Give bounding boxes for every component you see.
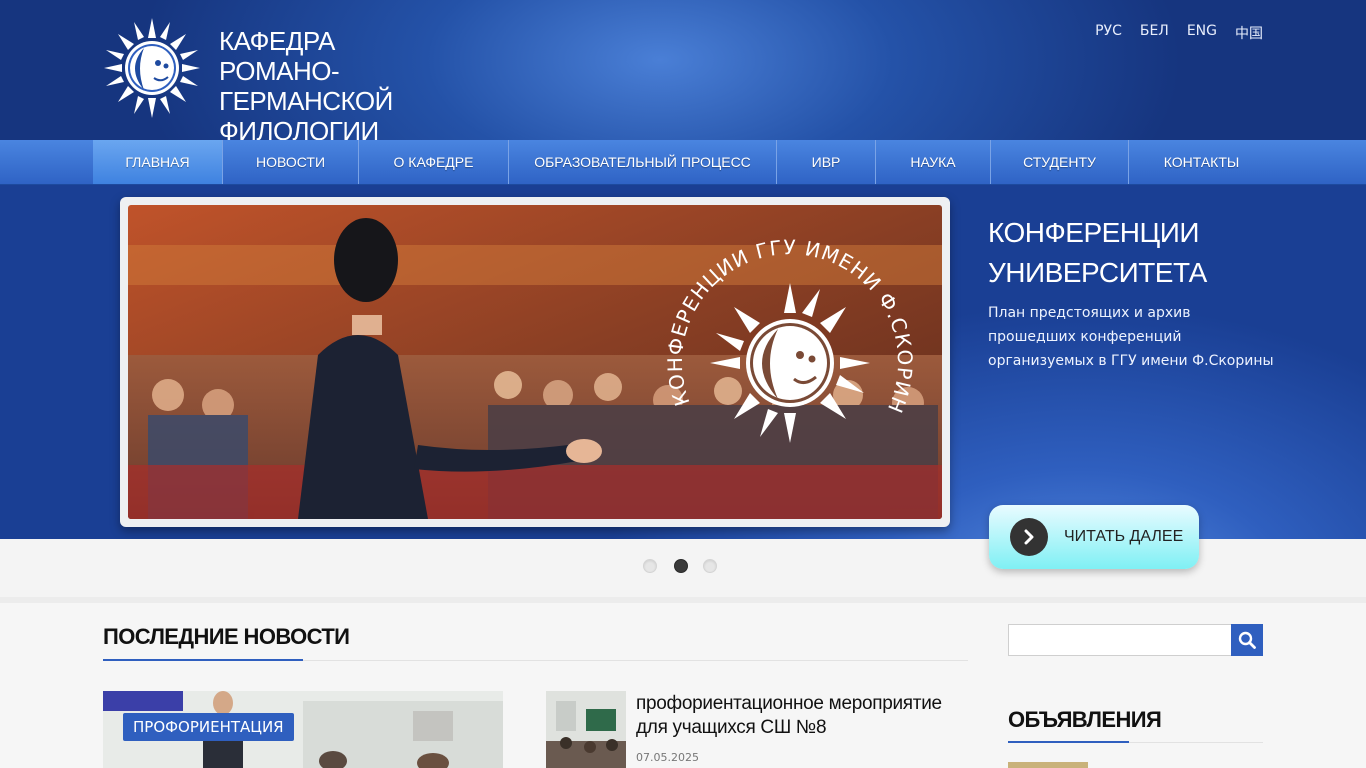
nav-item-ivr[interactable]: ИВР (777, 140, 876, 184)
lang-eng[interactable]: ENG (1187, 23, 1217, 43)
read-more-button[interactable]: ЧИТАТЬ ДАЛЕЕ (989, 505, 1199, 569)
sun-logo-icon[interactable] (104, 16, 200, 120)
announcements-heading: ОБЪЯВЛЕНИЯ (1008, 707, 1162, 732)
nav-item-news[interactable]: НОВОСТИ (223, 140, 359, 184)
slide-image: КОНФЕРЕНЦИИ ГГУ ИМЕНИ Ф.СКОРИНЫ (128, 205, 942, 519)
site-title-line-1: КАФЕДРА РОМАНО- (219, 26, 340, 86)
nav-item-education[interactable]: ОБРАЗОВАТЕЛЬНЫЙ ПРОЦЕСС (509, 140, 777, 184)
lang-bel[interactable]: БЕЛ (1140, 23, 1169, 43)
slide-title-line-2: УНИВЕРСИТЕТА (988, 257, 1207, 288)
announcement-thumbnail[interactable] (1008, 762, 1088, 768)
slide-title[interactable]: КОНФЕРЕНЦИИ УНИВЕРСИТЕТА (988, 213, 1288, 293)
latest-news-heading: ПОСЛЕДНИЕ НОВОСТИ (103, 624, 350, 649)
hero-slider: КОНФЕРЕНЦИИ ГГУ ИМЕНИ Ф.СКОРИНЫ КОНФЕРЕН… (0, 185, 1366, 539)
site-title[interactable]: КАФЕДРА РОМАНО- ГЕРМАНСКОЙ ФИЛОЛОГИИ (219, 26, 459, 146)
nav-item-home[interactable]: ГЛАВНАЯ (93, 140, 223, 184)
news-category-tag[interactable]: ПРОФОРИЕНТАЦИЯ (123, 713, 294, 741)
nav-item-students[interactable]: СТУДЕНТУ (991, 140, 1129, 184)
slide-description: План предстоящих и архив прошедших конфе… (988, 305, 1274, 369)
search-icon (1238, 631, 1256, 649)
slider-dot-2[interactable] (674, 559, 688, 573)
language-switcher: РУС БЕЛ ENG 中国 (1095, 23, 1263, 43)
chevron-right-icon (1010, 518, 1048, 556)
read-more-label: ЧИТАТЬ ДАЛЕЕ (1064, 528, 1184, 545)
main-nav: ГЛАВНАЯ НОВОСТИ О КАФЕДРЕ ОБРАЗОВАТЕЛЬНЫ… (0, 140, 1366, 185)
site-header: КАФЕДРА РОМАНО- ГЕРМАНСКОЙ ФИЛОЛОГИИ РУС… (0, 0, 1366, 146)
lang-rus[interactable]: РУС (1095, 23, 1122, 43)
news-item-date: 07.05.2025 (636, 751, 699, 764)
site-title-line-2: ГЕРМАНСКОЙ (219, 86, 393, 116)
slider-dot-1[interactable] (643, 559, 657, 573)
nav-item-about[interactable]: О КАФЕДРЕ (359, 140, 509, 184)
nav-item-science[interactable]: НАУКА (876, 140, 991, 184)
nav-item-contacts[interactable]: КОНТАКТЫ (1129, 140, 1274, 184)
search-button[interactable] (1231, 624, 1263, 656)
news-heading-accent (103, 659, 303, 661)
search-input[interactable] (1008, 624, 1232, 656)
news-item-title[interactable]: профориентационное мероприятие для учащи… (636, 692, 966, 740)
slide-image-frame[interactable]: КОНФЕРЕНЦИИ ГГУ ИМЕНИ Ф.СКОРИНЫ (120, 197, 950, 527)
announcements-heading-accent (1008, 741, 1129, 743)
lang-chinese[interactable]: 中国 (1235, 23, 1263, 43)
news-thumbnail[interactable] (546, 691, 626, 768)
slider-dot-3[interactable] (703, 559, 717, 573)
slide-title-line-1: КОНФЕРЕНЦИИ (988, 217, 1200, 248)
